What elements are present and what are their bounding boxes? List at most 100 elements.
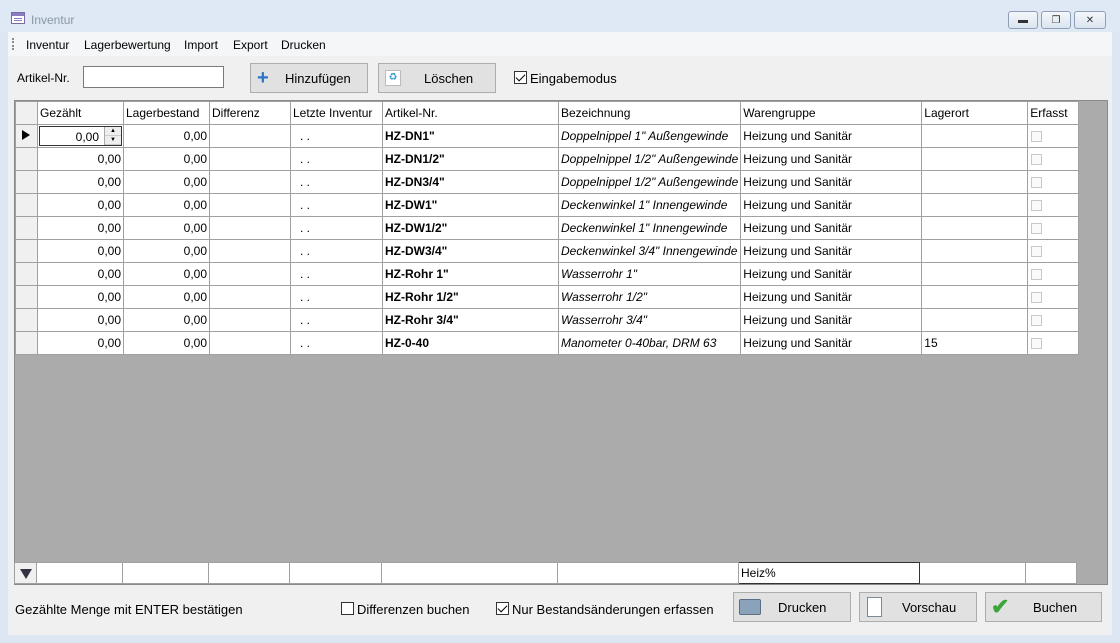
header-letzte-inventur[interactable]: Letzte Inventur bbox=[290, 101, 383, 125]
differenz-cell bbox=[209, 147, 291, 171]
table-row[interactable]: 0,00 0,00 . . HZ-Rohr 1" Wasserrohr 1" H… bbox=[15, 262, 1080, 286]
header-corner bbox=[15, 101, 38, 125]
gezaehlt-cell[interactable]: 0,00 bbox=[37, 193, 124, 217]
row-header[interactable] bbox=[15, 147, 38, 171]
gezaehlt-cell[interactable]: 0,00 bbox=[37, 147, 124, 171]
differenz-cell bbox=[209, 170, 291, 194]
table-row[interactable]: 0,00 0,00 . . HZ-DN3/4" Doppelnippel 1/2… bbox=[15, 170, 1080, 194]
spin-up-icon[interactable]: ▲ bbox=[105, 127, 121, 136]
artikel-input[interactable] bbox=[83, 66, 224, 88]
header-artikel-nr[interactable]: Artikel-Nr. bbox=[382, 101, 559, 125]
header-lagerbestand[interactable]: Lagerbestand bbox=[123, 101, 210, 125]
row-header[interactable] bbox=[15, 331, 38, 355]
header-gezaehlt[interactable]: Gezählt bbox=[37, 101, 124, 125]
artikel-label: Artikel-Nr. bbox=[17, 71, 70, 85]
artikel-cell: HZ-DW1" bbox=[382, 193, 559, 217]
warengruppe-cell: Heizung und Sanitär bbox=[740, 262, 923, 286]
row-header[interactable] bbox=[15, 170, 38, 194]
gezaehlt-cell[interactable]: 0,00 bbox=[37, 308, 124, 332]
filter-artikel-nr[interactable] bbox=[381, 562, 558, 584]
menu-drucken[interactable]: Drucken bbox=[281, 38, 326, 52]
table-row[interactable]: 0,00 0,00 . . HZ-DW3/4" Deckenwinkel 3/4… bbox=[15, 239, 1080, 263]
table-row[interactable]: 0,00 0,00 . . HZ-DW1/2" Deckenwinkel 1" … bbox=[15, 216, 1080, 240]
table-row[interactable]: 0,00 0,00 . . HZ-Rohr 3/4" Wasserrohr 3/… bbox=[15, 308, 1080, 332]
preview-button[interactable]: Vorschau bbox=[859, 592, 977, 622]
preview-icon bbox=[867, 597, 882, 617]
menu-import[interactable]: Import bbox=[184, 38, 218, 52]
bezeichnung-cell: Wasserrohr 1" bbox=[557, 262, 742, 286]
letzte-inventur-cell: . . bbox=[290, 285, 383, 309]
gezaehlt-cell[interactable]: 0,00 bbox=[37, 239, 124, 263]
row-header[interactable] bbox=[15, 124, 38, 148]
filter-erfasst[interactable] bbox=[1025, 562, 1077, 584]
gezaehlt-cell[interactable]: 0,00 bbox=[37, 262, 124, 286]
lagerort-cell bbox=[921, 193, 1029, 217]
menu-export[interactable]: Export bbox=[233, 38, 268, 52]
delete-button[interactable]: ♻ Löschen bbox=[378, 63, 496, 93]
erfasst-checkbox bbox=[1031, 131, 1043, 143]
differenz-cell bbox=[209, 216, 291, 240]
add-button[interactable]: + Hinzufügen bbox=[250, 63, 368, 93]
table-row[interactable]: 0,00 ▲ ▼ 0,00 . . HZ-DN1" Doppelnippel 1"… bbox=[15, 124, 1080, 148]
gezaehlt-cell[interactable]: 0,00 bbox=[37, 285, 124, 309]
row-header[interactable] bbox=[15, 285, 38, 309]
header-erfasst[interactable]: Erfasst bbox=[1027, 101, 1080, 125]
eingabemodus-checkbox[interactable] bbox=[514, 71, 527, 84]
row-header[interactable] bbox=[15, 239, 38, 263]
lagerbestand-cell: 0,00 bbox=[123, 216, 210, 240]
plus-icon: + bbox=[257, 67, 269, 89]
preview-button-label: Vorschau bbox=[902, 600, 957, 615]
differenz-cell bbox=[209, 262, 291, 286]
warengruppe-cell: Heizung und Sanitär bbox=[740, 124, 923, 148]
header-differenz[interactable]: Differenz bbox=[209, 101, 291, 125]
gezaehlt-cell[interactable]: 0,00 bbox=[37, 331, 124, 355]
header-lagerort[interactable]: Lagerort bbox=[921, 101, 1029, 125]
lagerbestand-cell: 0,00 bbox=[123, 308, 210, 332]
filter-differenz[interactable] bbox=[208, 562, 290, 584]
table-row[interactable]: 0,00 0,00 . . HZ-DW1" Deckenwinkel 1" In… bbox=[15, 193, 1080, 217]
lagerbestand-cell: 0,00 bbox=[123, 124, 210, 148]
letzte-inventur-cell: . . bbox=[290, 216, 383, 240]
row-header[interactable] bbox=[15, 308, 38, 332]
nur-bestand-checkbox[interactable] bbox=[496, 602, 509, 615]
menu-grip bbox=[12, 38, 14, 50]
filter-bezeichnung[interactable] bbox=[557, 562, 739, 584]
erfasst-checkbox bbox=[1031, 269, 1043, 281]
filter-warengruppe[interactable]: Heiz% bbox=[738, 562, 920, 584]
artikel-cell: HZ-DW3/4" bbox=[382, 239, 559, 263]
gezaehlt-cell[interactable]: 0,00 bbox=[76, 130, 99, 144]
table-row[interactable]: 0,00 0,00 . . HZ-0-40 Manometer 0-40bar,… bbox=[15, 331, 1080, 355]
erfasst-cell bbox=[1027, 331, 1080, 355]
filter-lagerbestand[interactable] bbox=[122, 562, 209, 584]
maximize-button[interactable]: ❐ bbox=[1041, 11, 1071, 29]
close-button[interactable]: ✕ bbox=[1074, 11, 1106, 29]
window-title: Inventur bbox=[31, 13, 75, 27]
print-button[interactable]: Drucken bbox=[733, 592, 851, 622]
row-header[interactable] bbox=[15, 193, 38, 217]
table-row[interactable]: 0,00 0,00 . . HZ-Rohr 1/2" Wasserrohr 1/… bbox=[15, 285, 1080, 309]
artikel-cell: HZ-DN3/4" bbox=[382, 170, 559, 194]
row-header[interactable] bbox=[15, 262, 38, 286]
letzte-inventur-cell: . . bbox=[290, 331, 383, 355]
header-warengruppe[interactable]: Warengruppe bbox=[740, 101, 923, 125]
menu-lagerbewertung[interactable]: Lagerbewertung bbox=[84, 38, 171, 52]
menu-inventur[interactable]: Inventur bbox=[26, 38, 69, 52]
table-row[interactable]: 0,00 0,00 . . HZ-DN1/2" Doppelnippel 1/2… bbox=[15, 147, 1080, 171]
differenzen-checkbox[interactable] bbox=[341, 602, 354, 615]
filter-letzte-inventur[interactable] bbox=[289, 562, 382, 584]
gezaehlt-spinner[interactable]: 0,00 ▲ ▼ bbox=[37, 124, 124, 148]
lagerbestand-cell: 0,00 bbox=[123, 170, 210, 194]
warengruppe-cell: Heizung und Sanitär bbox=[740, 193, 923, 217]
artikel-cell: HZ-Rohr 1" bbox=[382, 262, 559, 286]
minimize-button[interactable]: ▬ bbox=[1008, 11, 1038, 29]
warengruppe-cell: Heizung und Sanitär bbox=[740, 239, 923, 263]
header-bezeichnung[interactable]: Bezeichnung bbox=[557, 101, 742, 125]
filter-lagerort[interactable] bbox=[919, 562, 1026, 584]
book-button[interactable]: ✔ Buchen bbox=[985, 592, 1102, 622]
gezaehlt-cell[interactable]: 0,00 bbox=[37, 170, 124, 194]
gezaehlt-cell[interactable]: 0,00 bbox=[37, 216, 124, 240]
spin-down-icon[interactable]: ▼ bbox=[105, 136, 121, 145]
filter-gezaehlt[interactable] bbox=[36, 562, 123, 584]
book-button-label: Buchen bbox=[1033, 600, 1078, 615]
row-header[interactable] bbox=[15, 216, 38, 240]
